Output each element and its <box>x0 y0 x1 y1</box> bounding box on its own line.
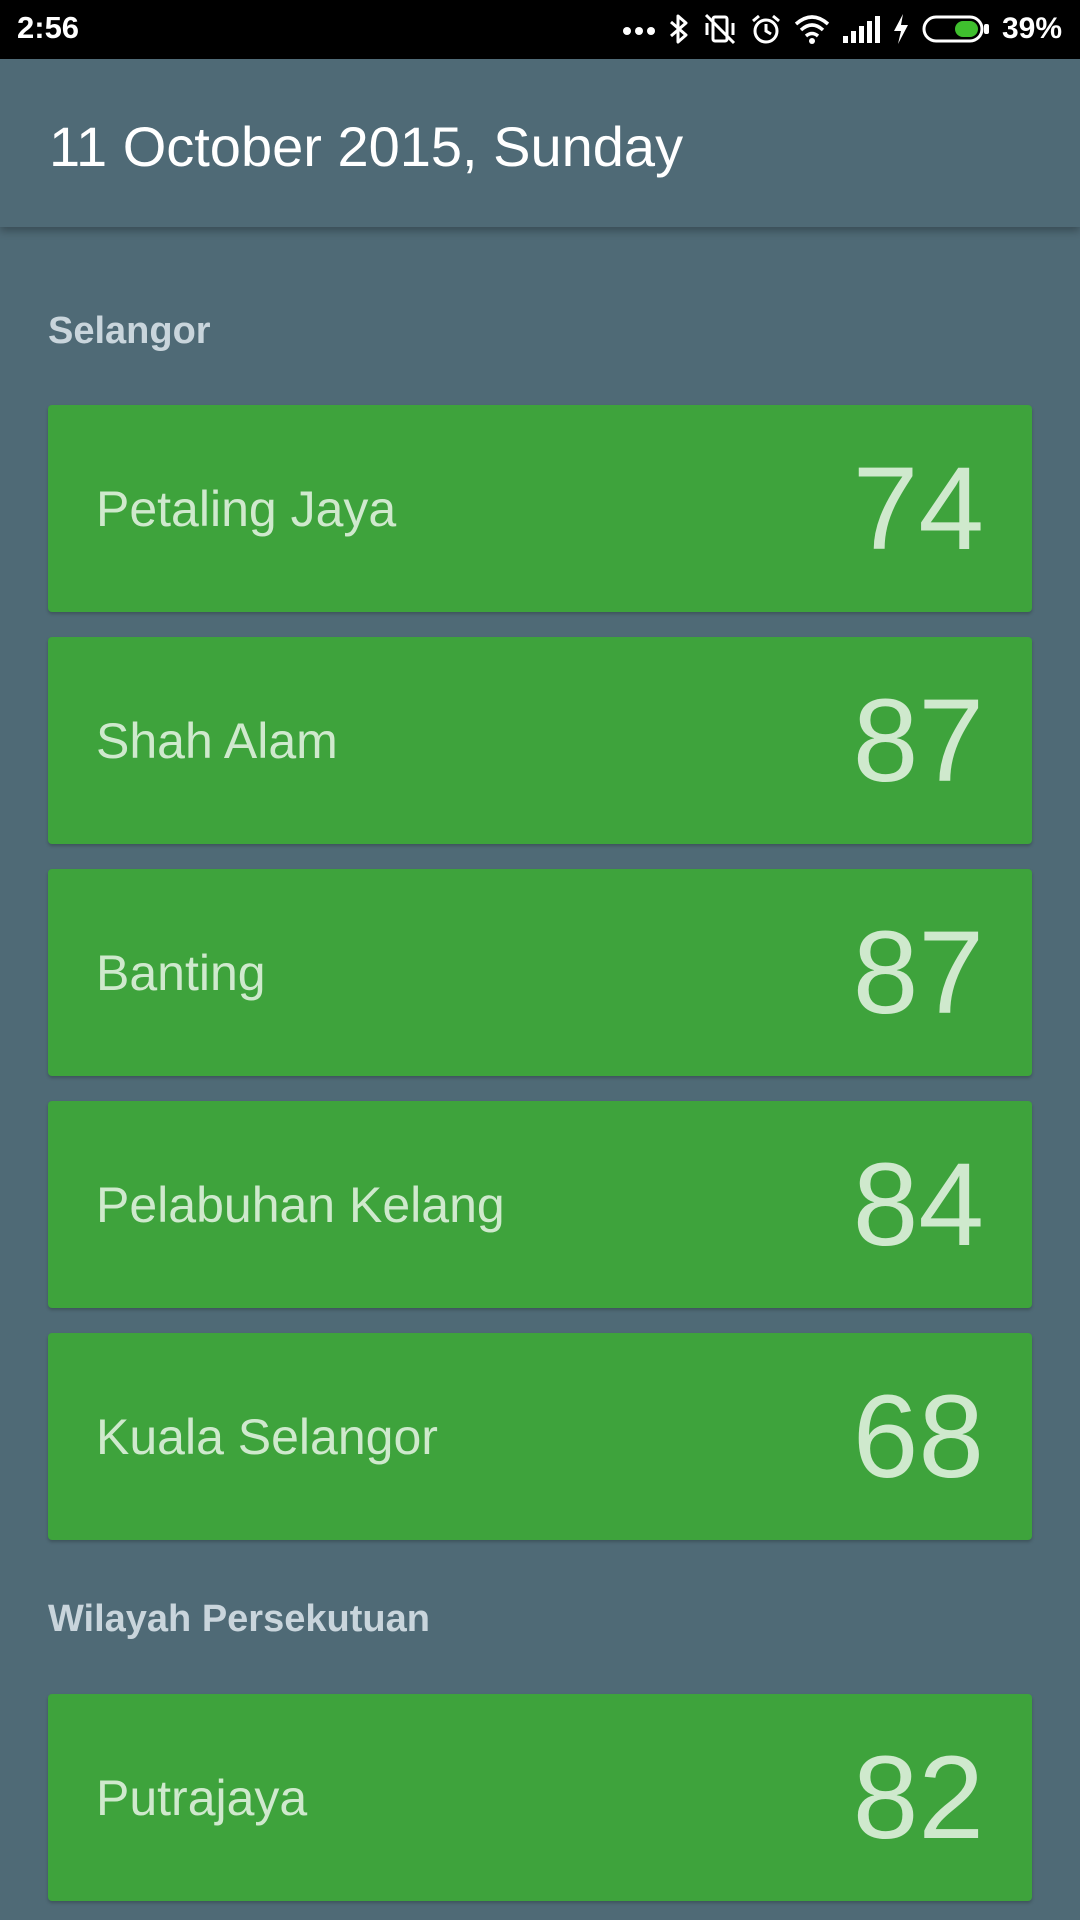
list-item[interactable]: Kuala Selangor 68 <box>48 1333 1032 1540</box>
more-dots-icon <box>622 27 655 35</box>
location-value: 74 <box>852 442 984 575</box>
location-name: Shah Alam <box>96 712 338 769</box>
list-item[interactable]: Petaling Jaya 74 <box>48 405 1032 612</box>
list-item[interactable]: Pelabuhan Kelang 84 <box>48 1101 1032 1308</box>
battery-icon <box>922 15 989 43</box>
location-value: 82 <box>852 1731 984 1864</box>
signal-icon <box>842 16 880 43</box>
location-value: 84 <box>852 1138 984 1271</box>
location-name: Putrajaya <box>96 1769 308 1826</box>
status-icons: 39% <box>622 8 1062 50</box>
location-name: Pelabuhan Kelang <box>96 1176 505 1233</box>
list-item[interactable]: Shah Alam 87 <box>48 637 1032 844</box>
section-header-wilayah-persekutuan: Wilayah Persekutuan <box>48 1598 430 1640</box>
list-item[interactable]: Putrajaya 82 <box>48 1694 1032 1901</box>
location-name: Banting <box>96 944 266 1001</box>
location-value: 68 <box>852 1370 984 1503</box>
status-time: 2:56 <box>17 10 80 45</box>
location-name: Kuala Selangor <box>96 1408 438 1465</box>
bluetooth-icon <box>669 14 688 44</box>
wifi-icon <box>794 15 830 44</box>
page-title: 11 October 2015, Sunday <box>49 115 684 178</box>
charging-icon <box>893 14 908 44</box>
content-list[interactable]: Selangor Petaling Jaya 74 Shah Alam 87 B… <box>0 227 1080 1920</box>
battery-percent: 39% <box>1001 12 1062 45</box>
location-value: 87 <box>852 906 984 1039</box>
vibrate-off-icon <box>704 13 736 45</box>
section-header-selangor: Selangor <box>48 310 211 352</box>
alarm-icon <box>751 14 780 44</box>
app-bar: 11 October 2015, Sunday <box>0 59 1080 227</box>
location-name: Petaling Jaya <box>96 480 397 537</box>
list-item[interactable]: Banting 87 <box>48 869 1032 1076</box>
status-bar: 2:56 39% <box>0 0 1080 59</box>
location-value: 87 <box>852 674 984 807</box>
